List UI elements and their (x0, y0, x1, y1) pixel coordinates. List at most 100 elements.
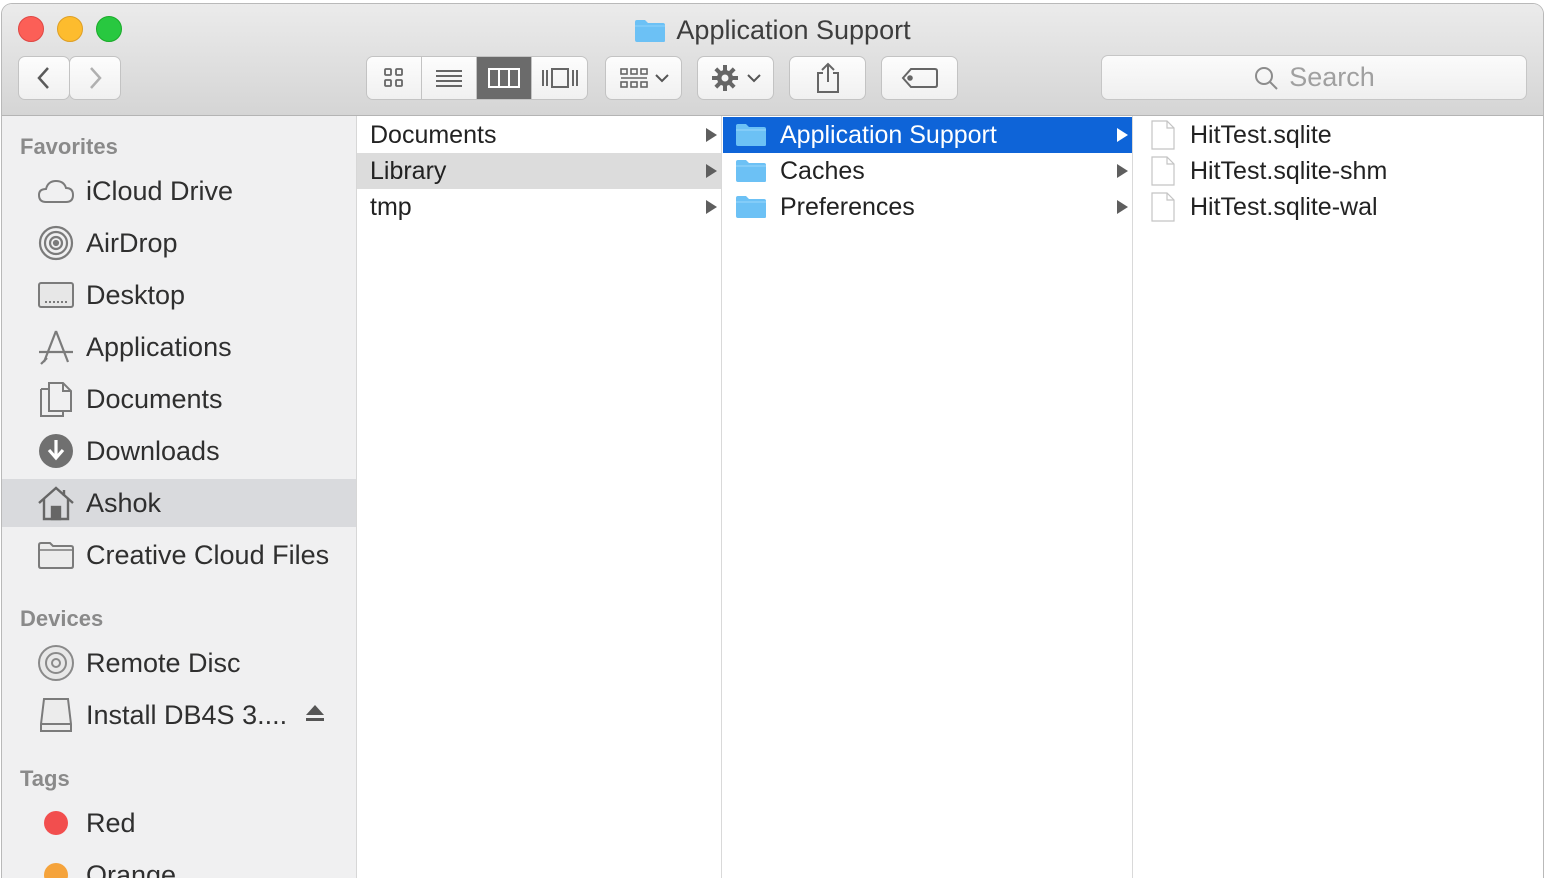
cloud-icon (36, 171, 76, 211)
disclosure-arrow-icon (1117, 200, 1128, 214)
sidebar-item-applications[interactable]: Applications (2, 323, 356, 371)
folder-icon (36, 535, 76, 575)
eject-icon[interactable] (305, 703, 325, 730)
back-button[interactable] (18, 56, 70, 100)
forward-button[interactable] (69, 56, 121, 100)
browser-column-2: Application Support Caches Preferences (723, 116, 1133, 878)
disclosure-arrow-icon (1117, 128, 1128, 142)
sidebar-item-tag-orange[interactable]: Orange (2, 851, 356, 878)
column-item-caches[interactable]: Caches (723, 153, 1132, 189)
sidebar-item-label: iCloud Drive (86, 175, 234, 206)
drive-icon (36, 695, 76, 735)
disclosure-arrow-icon (706, 200, 717, 214)
cover-flow-icon (541, 68, 578, 88)
document-icon (1151, 120, 1175, 150)
column-item-label: Application Support (780, 120, 997, 149)
column-item-hittest-sqlite-wal[interactable]: HitTest.sqlite-wal (1133, 189, 1543, 225)
column-item-library[interactable]: Library (357, 153, 721, 189)
window-title: Application Support (676, 15, 911, 45)
red-tag-icon (36, 803, 76, 843)
disc-icon (36, 643, 76, 683)
action-button[interactable] (697, 56, 774, 100)
column-item-label: Preferences (780, 192, 915, 221)
search-icon (1255, 66, 1278, 90)
edit-tags-button[interactable] (881, 56, 958, 100)
sidebar-item-install-db4s[interactable]: Install DB4S 3.... (2, 691, 356, 739)
column-item-documents[interactable]: Documents (357, 117, 721, 153)
tag-icon (901, 68, 938, 88)
disclosure-arrow-icon (1117, 164, 1128, 178)
column-item-application-support[interactable]: Application Support (723, 117, 1132, 153)
column-item-label: tmp (370, 192, 412, 221)
share-button[interactable] (789, 56, 866, 100)
sidebar-item-label: Remote Disc (86, 647, 241, 678)
sidebar-item-ashok[interactable]: Ashok (2, 479, 356, 527)
window-title-bar: Application Support (2, 12, 1543, 48)
sidebar-item-remote-disc[interactable]: Remote Disc (2, 639, 356, 687)
chevron-down-icon (746, 74, 761, 83)
column-item-hittest-sqlite[interactable]: HitTest.sqlite (1133, 117, 1543, 153)
sidebar-item-label: Ashok (86, 487, 162, 518)
airdrop-icon (36, 223, 76, 263)
group-icon (619, 68, 648, 88)
chevron-right-icon (90, 67, 102, 89)
column-item-label: Documents (370, 120, 497, 149)
list-view-icon (436, 70, 462, 87)
chevron-left-icon (37, 67, 49, 89)
column-item-preferences[interactable]: Preferences (723, 189, 1132, 225)
orange-tag-icon (36, 855, 76, 878)
search-field[interactable]: Search (1101, 55, 1527, 100)
sidebar-item-tag-red[interactable]: Red (2, 799, 356, 847)
home-icon (36, 483, 76, 523)
sidebar-item-downloads[interactable]: Downloads (2, 427, 356, 475)
list-view-button[interactable] (422, 57, 477, 99)
sidebar-item-label: Orange (86, 859, 177, 878)
sidebar-item-creative-cloud-files[interactable]: Creative Cloud Files (2, 531, 356, 579)
folder-icon (736, 160, 766, 182)
column-item-label: HitTest.sqlite-shm (1190, 156, 1388, 185)
favorites-header: Favorites (20, 134, 118, 159)
column-view-button[interactable] (477, 57, 532, 99)
disclosure-arrow-icon (706, 164, 717, 178)
folder-icon (736, 196, 766, 218)
column-item-label: Library (370, 156, 447, 185)
chevron-down-icon (654, 74, 669, 83)
icon-view-button[interactable] (367, 57, 422, 99)
document-icon (1151, 192, 1175, 222)
sidebar-item-label: Desktop (86, 279, 186, 310)
sidebar-item-desktop[interactable]: Desktop (2, 271, 356, 319)
sidebar: Favorites iCloud Drive AirDrop Desktop A… (2, 116, 357, 878)
gear-icon (711, 65, 738, 91)
tags-header: Tags (20, 766, 70, 791)
sidebar-item-label: Applications (86, 331, 232, 362)
sidebar-item-icloud-drive[interactable]: iCloud Drive (2, 167, 356, 215)
share-icon (816, 62, 839, 93)
desktop-icon (36, 275, 76, 315)
arrange-button[interactable] (605, 56, 682, 100)
column-item-tmp[interactable]: tmp (357, 189, 721, 225)
sidebar-item-label: Documents (86, 383, 223, 414)
finder-window: Application Support Search Favorites iCl… (2, 4, 1543, 878)
column-item-label: HitTest.sqlite (1190, 120, 1332, 149)
column-view-icon (488, 68, 520, 88)
search-placeholder: Search (1289, 62, 1375, 92)
folder-icon (635, 19, 666, 42)
documents-icon (36, 379, 76, 419)
sidebar-item-label: Install DB4S 3.... (86, 699, 288, 730)
browser-column-3: HitTest.sqlite HitTest.sqlite-shm HitTes… (1133, 116, 1543, 878)
devices-header: Devices (20, 606, 104, 631)
sidebar-item-airdrop[interactable]: AirDrop (2, 219, 356, 267)
column-item-hittest-sqlite-shm[interactable]: HitTest.sqlite-shm (1133, 153, 1543, 189)
folder-icon (736, 124, 766, 146)
view-mode-switcher (366, 56, 588, 100)
sidebar-item-documents[interactable]: Documents (2, 375, 356, 423)
toolbar: Application Support Search (2, 4, 1543, 116)
disclosure-arrow-icon (706, 128, 717, 142)
document-icon (1151, 156, 1175, 186)
icon-view-icon (384, 68, 403, 87)
sidebar-item-label: Red (86, 807, 136, 838)
column-item-label: HitTest.sqlite-wal (1190, 192, 1378, 221)
sidebar-item-label: Creative Cloud Files (86, 539, 330, 570)
downloads-icon (36, 431, 76, 471)
cover-flow-button[interactable] (532, 57, 587, 99)
